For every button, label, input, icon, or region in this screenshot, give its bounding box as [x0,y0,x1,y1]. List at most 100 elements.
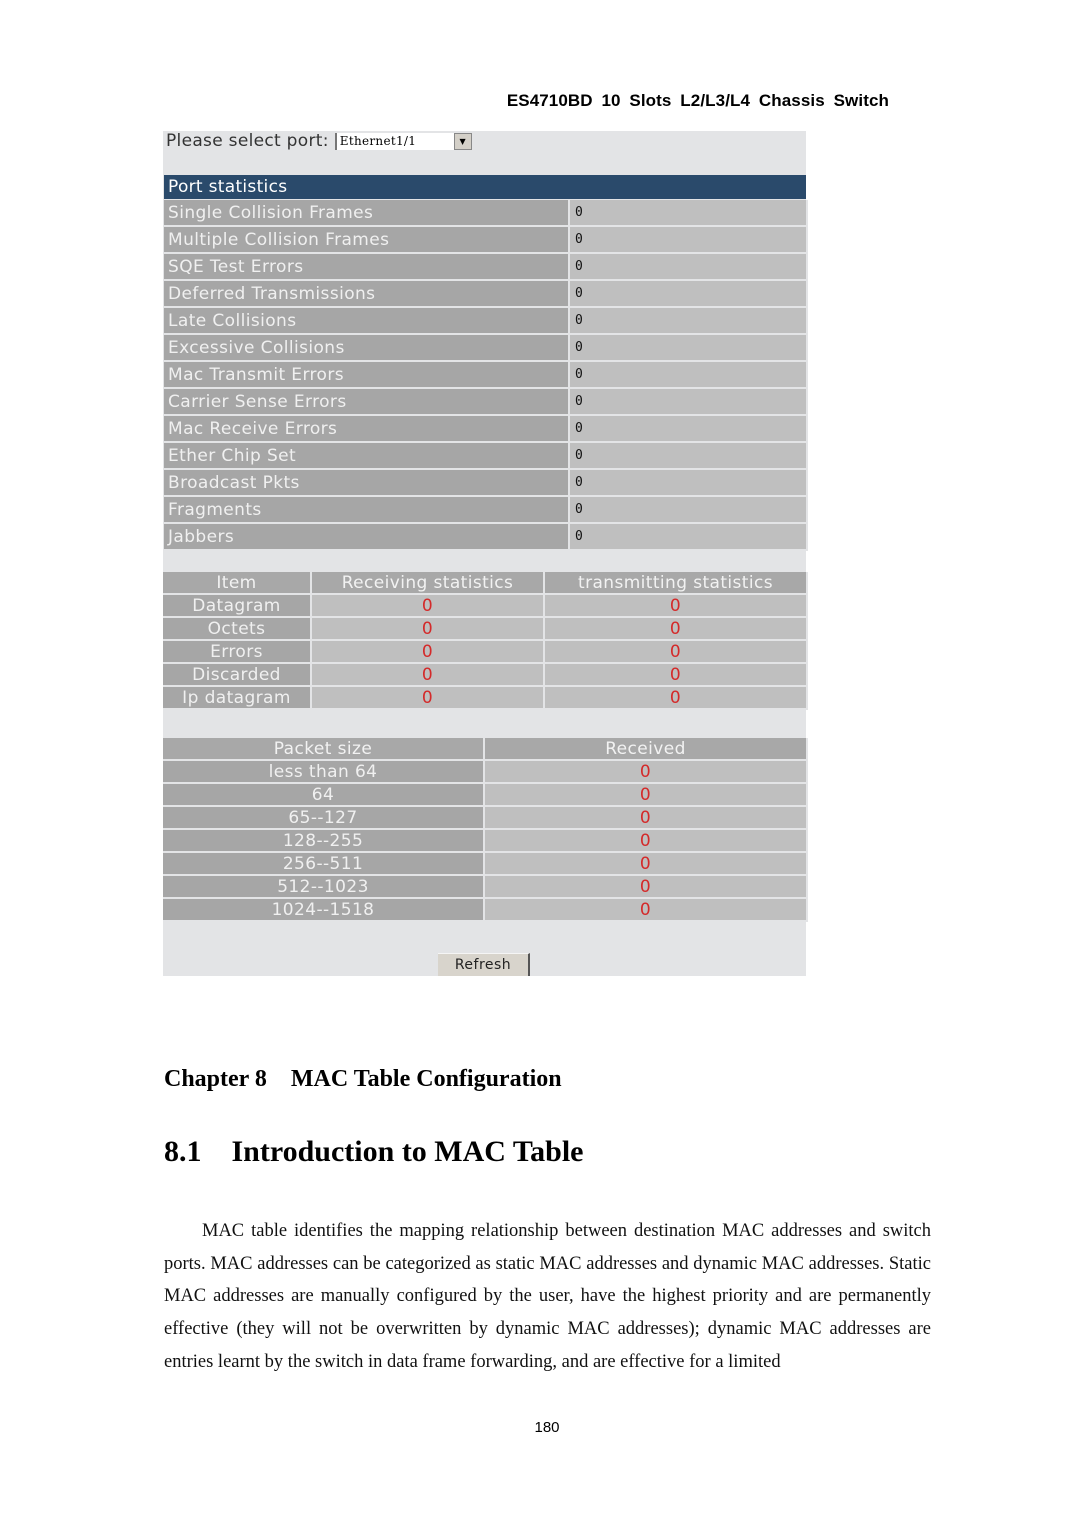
received-value: 0 [485,899,808,922]
column-header-receiving: Receiving statistics [312,572,545,595]
received-value: 0 [485,807,808,830]
stat-value: 0 [570,524,808,551]
stat-label: Multiple Collision Frames [164,227,570,254]
transmitting-value: 0 [545,618,808,641]
table-row: Single Collision Frames 0 [164,200,808,227]
table-row: Octets 0 0 [163,618,808,641]
table-row: Late Collisions 0 [164,308,808,335]
stat-label: Mac Transmit Errors [164,362,570,389]
port-select-row: Please select port: Ethernet1/1 ▼ [166,131,472,151]
table-row: Fragments 0 [164,497,808,524]
table-row: 128--255 0 [163,830,808,853]
stat-label: Fragments [164,497,570,524]
received-value: 0 [485,830,808,853]
port-select-label: Please select port: [166,131,329,151]
stat-label: Jabbers [164,524,570,551]
column-header-received: Received [485,738,808,761]
port-select-value[interactable]: Ethernet1/1 [337,133,454,150]
stat-value: 0 [570,497,808,524]
stat-value: 0 [570,335,808,362]
table-row: Errors 0 0 [163,641,808,664]
packet-size-label: 256--511 [163,853,485,876]
stat-label: Deferred Transmissions [164,281,570,308]
packet-size-label: 512--1023 [163,876,485,899]
stat-label: Single Collision Frames [164,200,570,227]
body-paragraph: MAC table identifies the mapping relatio… [164,1221,931,1372]
table-header-row: Item Receiving statistics transmitting s… [163,572,808,595]
stat-label: Broadcast Pkts [164,470,570,497]
stat-value: 0 [570,281,808,308]
receiving-value: 0 [312,618,545,641]
table-row: Ip datagram 0 0 [163,687,808,710]
stat-value: 0 [570,470,808,497]
packet-size-label: 65--127 [163,807,485,830]
received-value: 0 [485,876,808,899]
column-header-item: Item [163,572,312,595]
port-statistics-title: Port statistics [164,175,806,199]
table-row: Excessive Collisions 0 [164,335,808,362]
table-row: Deferred Transmissions 0 [164,281,808,308]
item-label: Errors [163,641,312,664]
table-row: SQE Test Errors 0 [164,254,808,281]
table-row: Discarded 0 0 [163,664,808,687]
stat-value: 0 [570,308,808,335]
item-label: Datagram [163,595,312,618]
stat-value: 0 [570,200,808,227]
receiving-value: 0 [312,687,545,710]
table-row: 256--511 0 [163,853,808,876]
table-row: 64 0 [163,784,808,807]
stat-label: Carrier Sense Errors [164,389,570,416]
transmitting-value: 0 [545,687,808,710]
stat-label: SQE Test Errors [164,254,570,281]
received-value: 0 [485,853,808,876]
transmitting-value: 0 [545,664,808,687]
item-label: Ip datagram [163,687,312,710]
received-value: 0 [485,761,808,784]
packet-size-table: Packet size Received less than 64 0 64 0 65-… [163,738,808,922]
received-value: 0 [485,784,808,807]
section-title: 8.1 Introduction to MAC Table [164,1135,584,1168]
table-row: 1024--1518 0 [163,899,808,922]
table-row: Multiple Collision Frames 0 [164,227,808,254]
refresh-button[interactable]: Refresh [438,953,530,976]
stat-value: 0 [570,389,808,416]
receiving-value: 0 [312,641,545,664]
chapter-title: Chapter 8 MAC Table Configuration [164,1066,562,1092]
table-row: Mac Receive Errors 0 [164,416,808,443]
receiving-value: 0 [312,595,545,618]
stat-value: 0 [570,443,808,470]
stat-value: 0 [570,227,808,254]
table-row: Mac Transmit Errors 0 [164,362,808,389]
table-row: Carrier Sense Errors 0 [164,389,808,416]
stat-value: 0 [570,416,808,443]
port-statistics-panel: Please select port: Ethernet1/1 ▼ Port s… [163,131,808,976]
stat-value: 0 [570,254,808,281]
item-label: Discarded [163,664,312,687]
stat-label: Late Collisions [164,308,570,335]
table-header-row: Packet size Received [163,738,808,761]
table-row: Broadcast Pkts 0 [164,470,808,497]
port-statistics-table: Single Collision Frames 0 Multiple Collisi… [164,200,808,551]
port-select-dropdown[interactable]: Ethernet1/1 ▼ [334,132,472,150]
packet-size-label: less than 64 [163,761,485,784]
packet-size-label: 64 [163,784,485,807]
ip-statistics-table: Item Receiving statistics transmitting s… [163,572,808,710]
stat-label: Excessive Collisions [164,335,570,362]
table-row: Datagram 0 0 [163,595,808,618]
table-row: 65--127 0 [163,807,808,830]
transmitting-value: 0 [545,641,808,664]
transmitting-value: 0 [545,595,808,618]
packet-size-label: 1024--1518 [163,899,485,922]
item-label: Octets [163,618,312,641]
page-header: ES4710BD 10 Slots L2/L3/L4 Chassis Switc… [506,91,889,110]
stat-label: Ether Chip Set [164,443,570,470]
table-row: less than 64 0 [163,761,808,784]
table-row: Ether Chip Set 0 [164,443,808,470]
table-row: Jabbers 0 [164,524,808,551]
column-header-packet-size: Packet size [163,738,485,761]
table-row: 512--1023 0 [163,876,808,899]
receiving-value: 0 [312,664,545,687]
chevron-down-icon[interactable]: ▼ [453,132,472,150]
page-number: 180 [534,1419,560,1436]
stat-value: 0 [570,362,808,389]
